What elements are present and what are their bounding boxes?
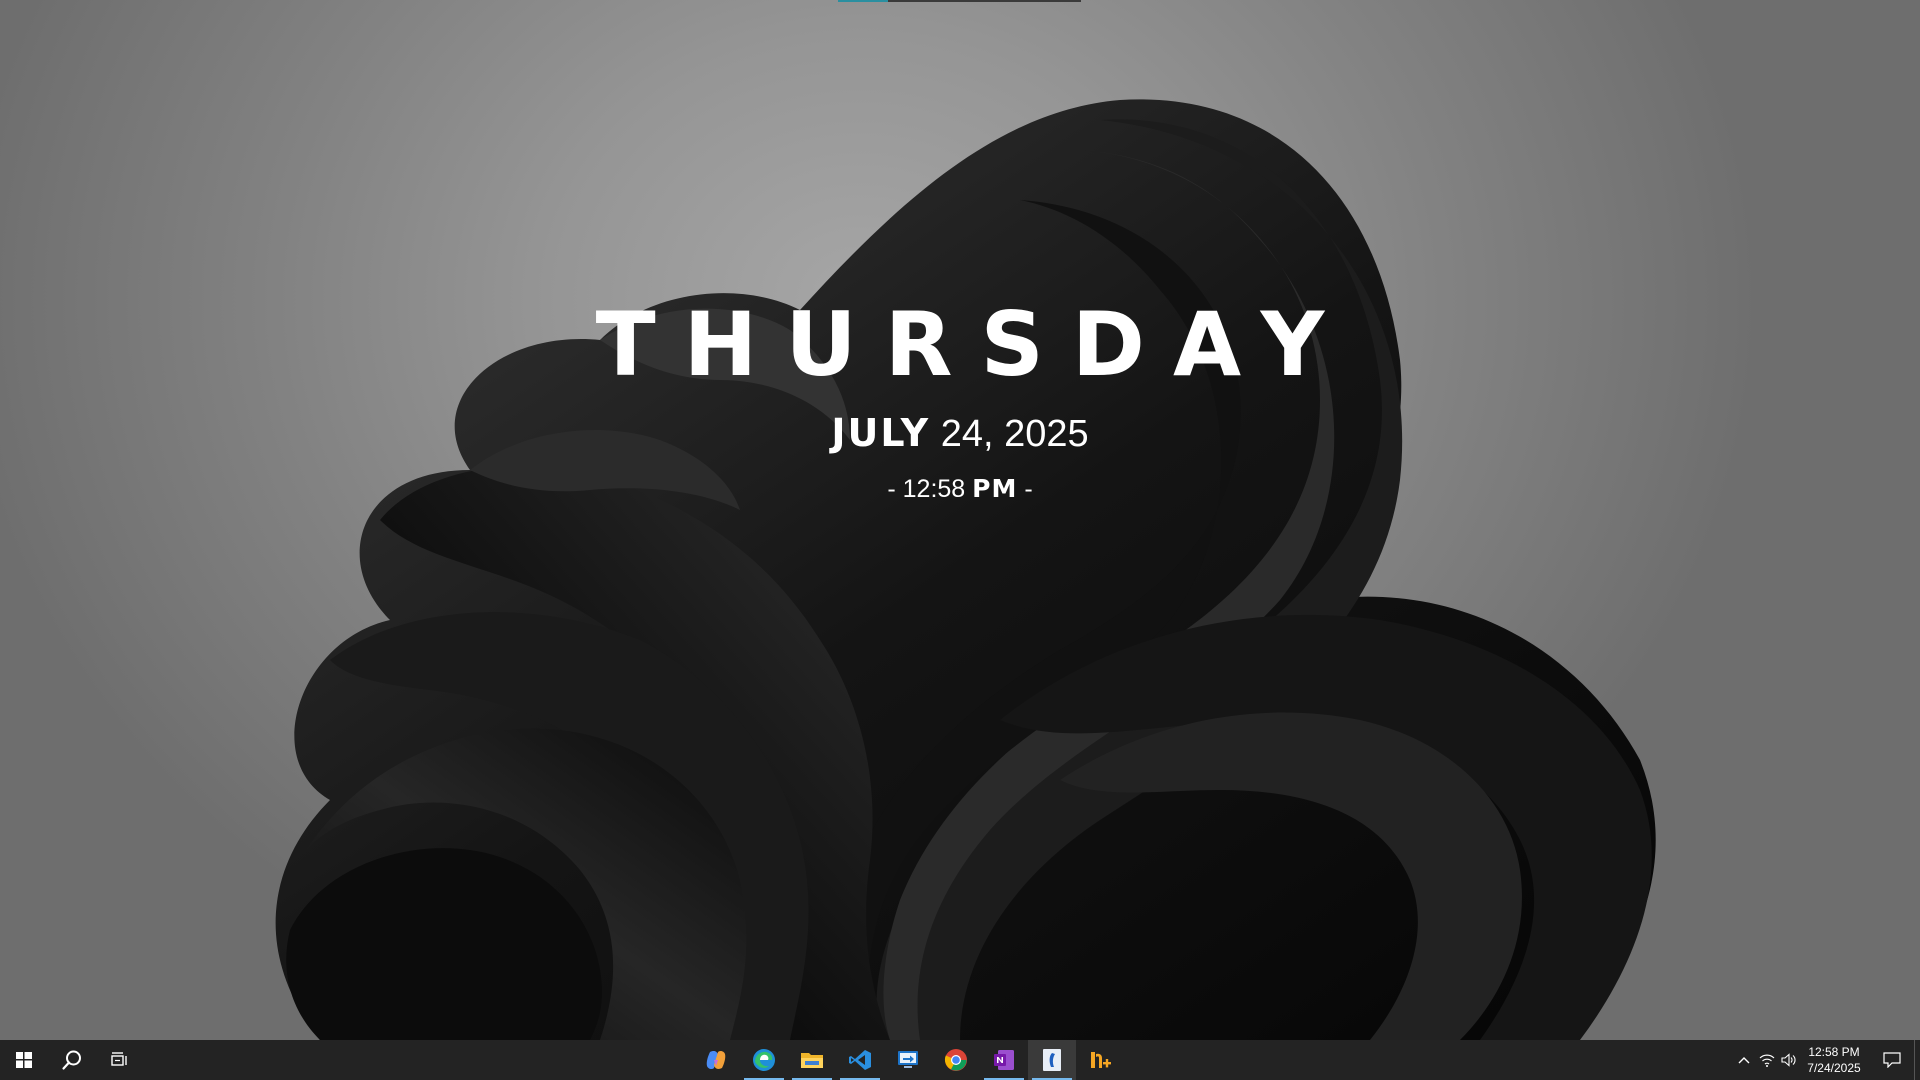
taskbar-app-edge[interactable] <box>740 1040 788 1080</box>
clock-date: 7/24/2025 <box>1807 1061 1861 1075</box>
action-center-icon <box>1883 1052 1901 1068</box>
taskbar-app-onenote[interactable] <box>980 1040 1028 1080</box>
desktop: THURSDAY JULY 24, 2025 - 12:58 PM - <box>0 0 1920 1040</box>
month-text: JULY <box>831 411 931 455</box>
taskbar-app-active-window[interactable] <box>1028 1040 1076 1080</box>
app-window-icon <box>1043 1049 1061 1071</box>
wifi-icon <box>1759 1054 1775 1067</box>
ampm-text: PM <box>972 474 1018 503</box>
show-hidden-icons-button[interactable] <box>1732 1040 1756 1080</box>
task-view-icon <box>111 1052 127 1066</box>
search-icon <box>62 1050 81 1070</box>
speaker-icon <box>1781 1053 1796 1067</box>
search-button[interactable] <box>48 1040 96 1080</box>
date-text: JULY 24, 2025 <box>560 410 1360 457</box>
taskbar-app-chrome[interactable] <box>932 1040 980 1080</box>
taskbar-app-vscode[interactable] <box>836 1040 884 1080</box>
folder-icon <box>801 1053 823 1068</box>
taskbar: 12:58 PM 7/24/2025 <box>0 1040 1920 1080</box>
taskbar-clock[interactable]: 12:58 PM 7/24/2025 <box>1796 1044 1872 1076</box>
taskbar-app-copilot[interactable] <box>692 1040 740 1080</box>
chevron-up-icon <box>1738 1057 1750 1064</box>
weekday-text: THURSDAY <box>595 293 1353 396</box>
date-time-widget: THURSDAY JULY 24, 2025 - 12:58 PM - <box>560 290 1360 505</box>
windows-logo-icon <box>16 1052 32 1068</box>
network-button[interactable] <box>1756 1040 1778 1080</box>
show-desktop-button[interactable] <box>1914 1040 1920 1080</box>
bloom-wallpaper <box>275 99 1656 1040</box>
onenote-icon <box>994 1050 1014 1070</box>
taskbar-app-file-explorer[interactable] <box>788 1040 836 1080</box>
clock-time: 12:58 PM <box>1808 1045 1860 1059</box>
task-view-button[interactable] <box>96 1040 144 1080</box>
notepad-plus-icon <box>1091 1052 1111 1068</box>
vscode-icon <box>849 1050 871 1070</box>
chrome-icon <box>944 1049 967 1071</box>
time-value: - 12:58 <box>887 475 966 503</box>
time-text: - 12:58 PM - <box>560 473 1360 505</box>
remote-desktop-icon <box>898 1051 918 1068</box>
time-suffix: - <box>1024 475 1033 503</box>
edge-icon <box>753 1049 775 1071</box>
day-year-text: 24, 2025 <box>940 413 1089 455</box>
action-center-button[interactable] <box>1872 1040 1912 1080</box>
taskbar-app-notepad-plus[interactable] <box>1076 1040 1124 1080</box>
copilot-icon <box>706 1050 726 1070</box>
start-button[interactable] <box>0 1040 48 1080</box>
taskbar-app-remote-desktop[interactable] <box>884 1040 932 1080</box>
